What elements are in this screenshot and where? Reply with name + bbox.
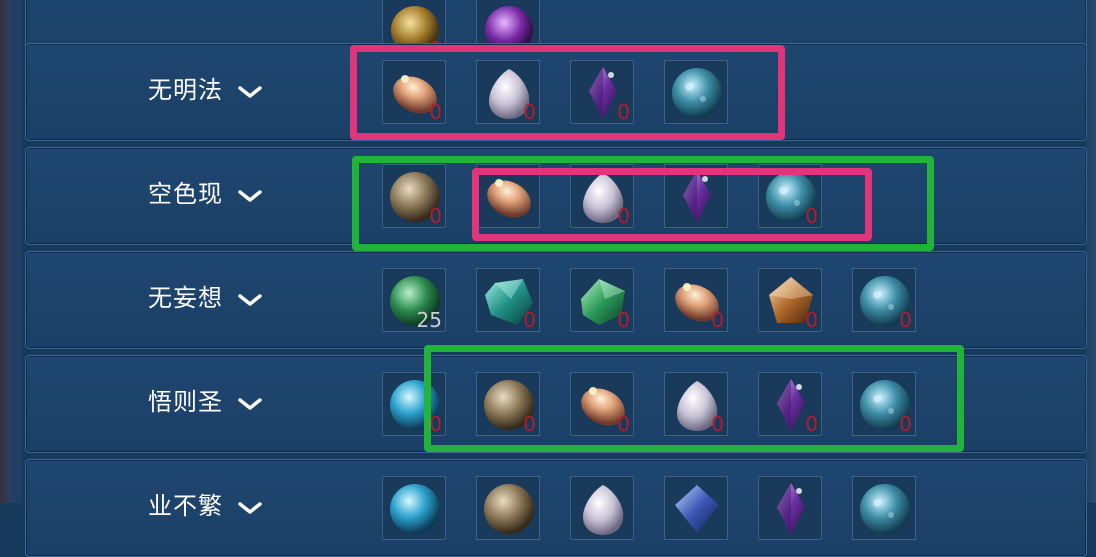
left-frame-edge: [0, 0, 22, 503]
amethyst-crystal-icon: [777, 483, 805, 535]
material-slot[interactable]: 0: [570, 268, 634, 332]
recipe-row: 无明法 0 0 0: [25, 43, 1087, 141]
material-slot[interactable]: [476, 164, 540, 228]
material-slot[interactable]: [570, 476, 634, 540]
item-count: 25: [416, 308, 442, 332]
chevron-down-icon[interactable]: [237, 397, 263, 411]
material-slot[interactable]: [758, 476, 822, 540]
pearl-teardrop-icon: [583, 485, 624, 535]
item-count: 0: [805, 308, 818, 332]
material-slot[interactable]: 25: [382, 268, 446, 332]
recipe-row: 悟则圣 0 0 0 0 0 0: [25, 355, 1087, 453]
material-slot[interactable]: 0: [664, 268, 728, 332]
material-slot[interactable]: 0: [476, 268, 540, 332]
bronze-sphere-icon: [484, 484, 534, 534]
item-count: 0: [617, 204, 630, 228]
item-count: 0: [805, 412, 818, 436]
aqua-sphere-icon: [860, 484, 910, 534]
material-slot[interactable]: 0: [570, 164, 634, 228]
item-count: 0: [617, 308, 630, 332]
item-count: 0: [523, 308, 536, 332]
right-frame-edge: [1086, 0, 1096, 503]
recipe-row: 业不繁: [25, 459, 1087, 557]
item-count: 0: [899, 412, 912, 436]
material-slot[interactable]: [664, 60, 728, 124]
material-slot[interactable]: 0: [382, 372, 446, 436]
chevron-down-icon[interactable]: [237, 501, 263, 515]
item-count: 0: [429, 412, 442, 436]
material-slot[interactable]: 0: [382, 164, 446, 228]
chevron-down-icon[interactable]: [237, 189, 263, 203]
material-slot[interactable]: 0: [570, 60, 634, 124]
recipe-row: 空色现 0 0 0: [25, 147, 1087, 245]
item-count: 0: [429, 100, 442, 124]
cyan-sphere-icon: [390, 484, 440, 534]
item-count: 0: [711, 412, 724, 436]
sapphire-cut-gem-icon: [675, 485, 719, 533]
material-slot[interactable]: [382, 476, 446, 540]
material-slot[interactable]: 0: [852, 268, 916, 332]
item-count: 0: [899, 308, 912, 332]
amber-oval-gem-icon: [487, 179, 531, 218]
material-slot[interactable]: 0: [664, 372, 728, 436]
recipe-row: 无妄想 25 0 0 0 0 0: [25, 251, 1087, 349]
item-count: 0: [429, 204, 442, 228]
item-count: 0: [711, 308, 724, 332]
aqua-sphere-icon: [672, 68, 722, 118]
material-slot[interactable]: 0: [476, 60, 540, 124]
item-count: 0: [617, 412, 630, 436]
material-slot[interactable]: [664, 164, 728, 228]
material-slot[interactable]: [852, 476, 916, 540]
item-count: 0: [805, 204, 818, 228]
chevron-down-icon[interactable]: [237, 293, 263, 307]
material-slot[interactable]: 0: [476, 372, 540, 436]
material-slot[interactable]: [476, 476, 540, 540]
item-count: 0: [523, 412, 536, 436]
chevron-down-icon[interactable]: [237, 85, 263, 99]
material-slot[interactable]: 0: [758, 164, 822, 228]
material-slot[interactable]: 0: [758, 268, 822, 332]
material-slot[interactable]: [664, 476, 728, 540]
material-slot[interactable]: 0: [570, 372, 634, 436]
material-slot[interactable]: 0: [382, 60, 446, 124]
amethyst-crystal-icon: [683, 171, 711, 223]
item-count: 0: [617, 100, 630, 124]
item-count: 0: [523, 100, 536, 124]
material-slot[interactable]: 0: [852, 372, 916, 436]
material-slot[interactable]: 0: [758, 372, 822, 436]
